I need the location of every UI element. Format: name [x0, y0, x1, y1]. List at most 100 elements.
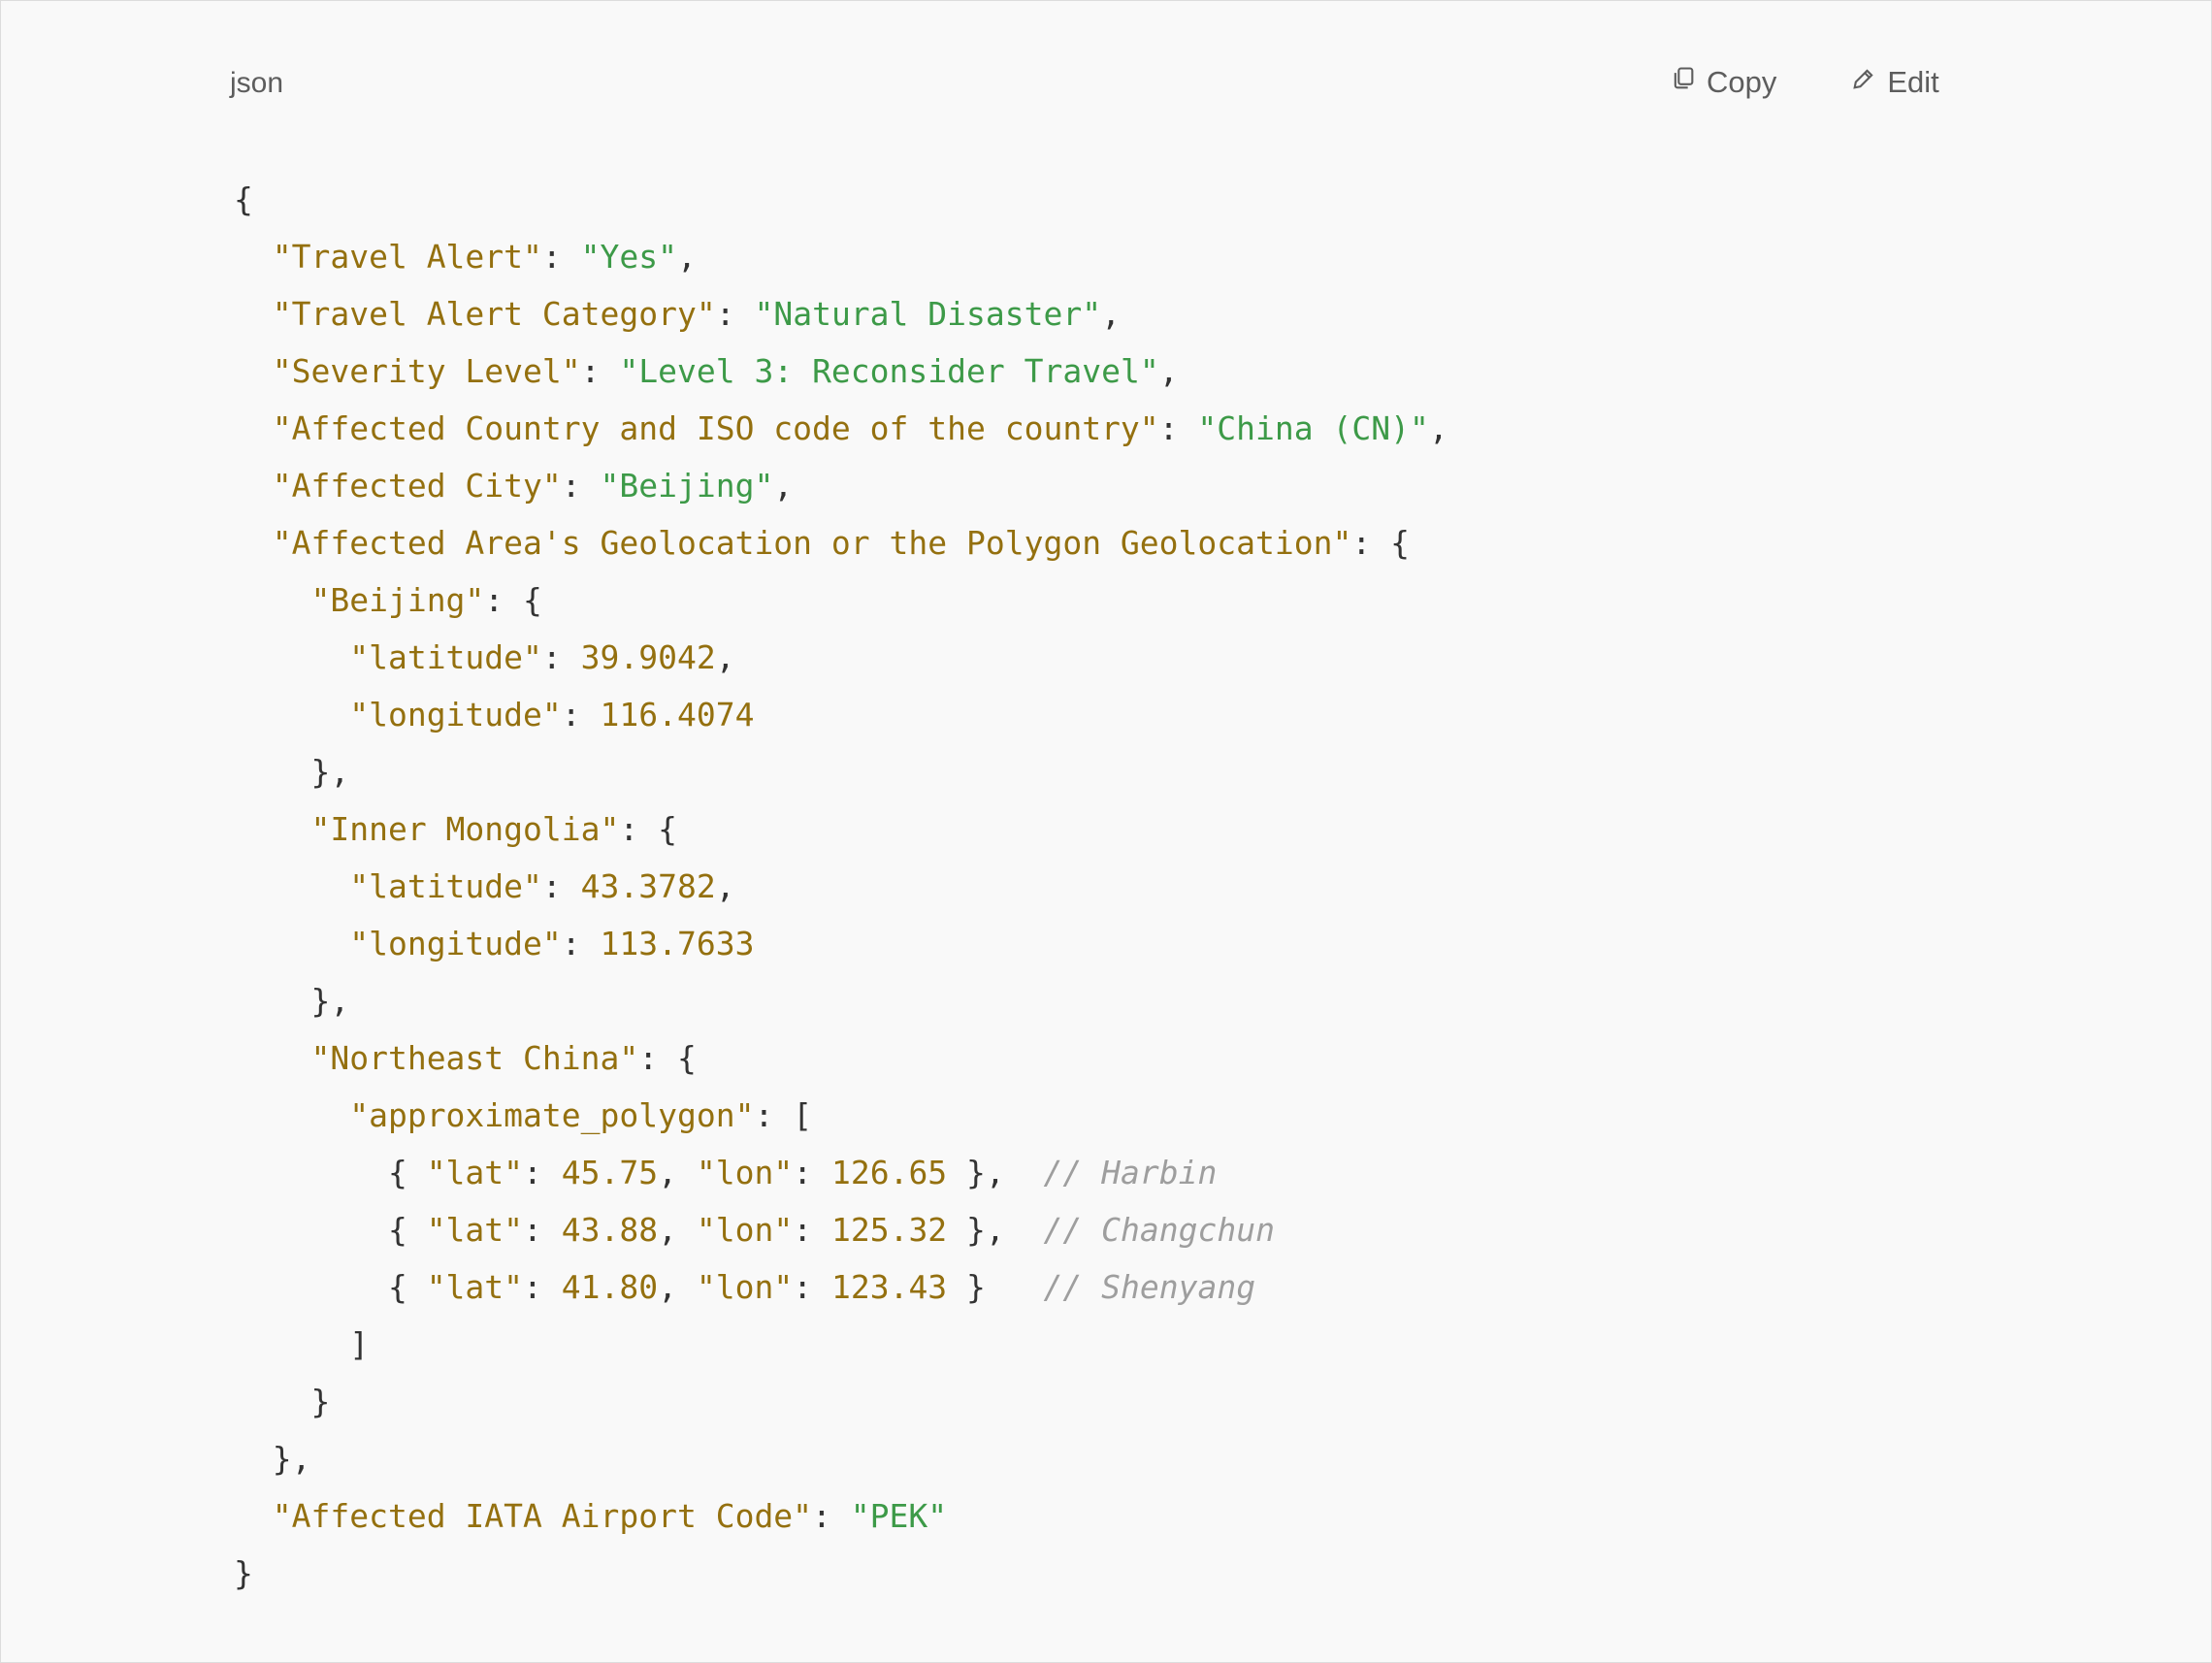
code-punctuation: :: [523, 1211, 562, 1249]
code-actions: Copy Edit: [1670, 65, 1939, 100]
code-punctuation: [234, 409, 273, 447]
json-key: "Affected City": [272, 467, 562, 505]
language-label: json: [230, 67, 284, 99]
code-punctuation: [234, 581, 310, 619]
code-line: "Affected Country and ISO code of the co…: [234, 400, 1448, 457]
code-line: "Affected Area's Geolocation or the Poly…: [234, 514, 1448, 571]
json-string: "Yes": [580, 238, 677, 276]
code-punctuation: :: [793, 1211, 831, 1249]
code-punctuation: ]: [234, 1325, 370, 1363]
copy-icon: [1670, 65, 1697, 100]
code-punctuation: :: [1158, 409, 1198, 447]
pencil-icon: [1850, 65, 1877, 100]
code-punctuation: :: [561, 696, 601, 734]
copy-button[interactable]: Copy: [1670, 65, 1776, 100]
code-punctuation: {: [234, 180, 253, 218]
code-punctuation: }: [234, 1554, 253, 1592]
code-line: "Severity Level": "Level 3: Reconsider T…: [234, 342, 1448, 400]
code-punctuation: : {: [1351, 524, 1410, 562]
code-line: }: [234, 1373, 1448, 1430]
code-punctuation: [234, 810, 310, 848]
json-string: "China (CN)": [1197, 409, 1429, 447]
code-comment: // Shenyang: [1043, 1268, 1256, 1306]
json-key: "lon": [696, 1211, 794, 1249]
code-line: "latitude": 43.3782,: [234, 858, 1448, 915]
code-punctuation: ,: [715, 638, 735, 676]
code-punctuation: ,: [677, 238, 697, 276]
json-key: "Severity Level": [272, 352, 581, 390]
code-punctuation: [234, 1039, 310, 1077]
copy-label: Copy: [1707, 65, 1777, 99]
code-punctuation: : {: [619, 810, 677, 848]
code-block: json Copy Edit { "Travel Alert": "Yes", …: [0, 0, 2212, 1663]
json-key: "latitude": [349, 638, 542, 676]
code-punctuation: ,: [658, 1154, 697, 1191]
code-line: "Travel Alert Category": "Natural Disast…: [234, 285, 1448, 342]
json-key: "lon": [696, 1154, 794, 1191]
json-number: 43.3782: [580, 867, 716, 905]
code-line: "latitude": 39.9042,: [234, 629, 1448, 686]
json-key: "approximate_polygon": [349, 1096, 755, 1134]
code-line: "longitude": 113.7633: [234, 915, 1448, 972]
code-line: ]: [234, 1316, 1448, 1373]
code-punctuation: ,: [1101, 295, 1121, 333]
json-key: "lat": [426, 1154, 524, 1191]
json-key: "latitude": [349, 867, 542, 905]
json-key: "Affected IATA Airport Code": [272, 1497, 813, 1535]
code-punctuation: }: [947, 1268, 1044, 1306]
json-key: "lon": [696, 1268, 794, 1306]
code-punctuation: {: [234, 1154, 427, 1191]
code-punctuation: :: [523, 1268, 562, 1306]
json-key: "Affected Country and ISO code of the co…: [272, 409, 1159, 447]
code-line: { "lat": 43.88, "lon": 125.32 }, // Chan…: [234, 1201, 1448, 1258]
code-punctuation: :: [541, 867, 581, 905]
code-line: },: [234, 972, 1448, 1029]
json-number: 125.32: [830, 1211, 948, 1249]
code-punctuation: {: [234, 1211, 427, 1249]
code-punctuation: :: [812, 1497, 851, 1535]
json-number: 43.88: [561, 1211, 659, 1249]
code-punctuation: },: [947, 1211, 1044, 1249]
code-line: "Affected City": "Beijing",: [234, 457, 1448, 514]
code-content: { "Travel Alert": "Yes", "Travel Alert C…: [234, 171, 1448, 1602]
code-punctuation: },: [234, 753, 350, 791]
json-key: "lat": [426, 1268, 524, 1306]
code-line: "Travel Alert": "Yes",: [234, 228, 1448, 285]
code-punctuation: },: [234, 982, 350, 1020]
code-punctuation: [234, 295, 273, 333]
edit-button[interactable]: Edit: [1850, 65, 1939, 100]
json-key: "Inner Mongolia": [310, 810, 620, 848]
json-number: 126.65: [830, 1154, 948, 1191]
code-line: "longitude": 116.4074: [234, 686, 1448, 743]
code-punctuation: ,: [773, 467, 794, 505]
json-number: 116.4074: [600, 696, 755, 734]
json-key: "Beijing": [310, 581, 485, 619]
code-line: "Affected IATA Airport Code": "PEK": [234, 1487, 1448, 1545]
code-punctuation: [234, 467, 273, 505]
code-punctuation: : {: [484, 581, 542, 619]
code-line: { "lat": 45.75, "lon": 126.65 }, // Harb…: [234, 1144, 1448, 1201]
code-punctuation: :: [793, 1154, 831, 1191]
code-punctuation: [234, 638, 349, 676]
json-number: 39.9042: [580, 638, 716, 676]
code-punctuation: ,: [658, 1268, 697, 1306]
code-punctuation: },: [947, 1154, 1044, 1191]
code-punctuation: ,: [1428, 409, 1448, 447]
code-punctuation: [234, 867, 349, 905]
code-comment: // Harbin: [1043, 1154, 1218, 1191]
json-string: "Beijing": [600, 467, 774, 505]
json-string: "Natural Disaster": [754, 295, 1102, 333]
code-punctuation: :: [580, 352, 620, 390]
code-punctuation: },: [234, 1440, 311, 1478]
code-line: "Inner Mongolia": {: [234, 800, 1448, 858]
code-line: "Beijing": {: [234, 571, 1448, 629]
code-punctuation: [234, 925, 349, 962]
json-number: 113.7633: [600, 925, 755, 962]
code-punctuation: ,: [1158, 352, 1179, 390]
code-punctuation: :: [541, 638, 581, 676]
json-number: 45.75: [561, 1154, 659, 1191]
json-key: "Travel Alert Category": [272, 295, 716, 333]
code-punctuation: ,: [658, 1211, 697, 1249]
code-line: },: [234, 1430, 1448, 1487]
json-key: "longitude": [349, 696, 562, 734]
